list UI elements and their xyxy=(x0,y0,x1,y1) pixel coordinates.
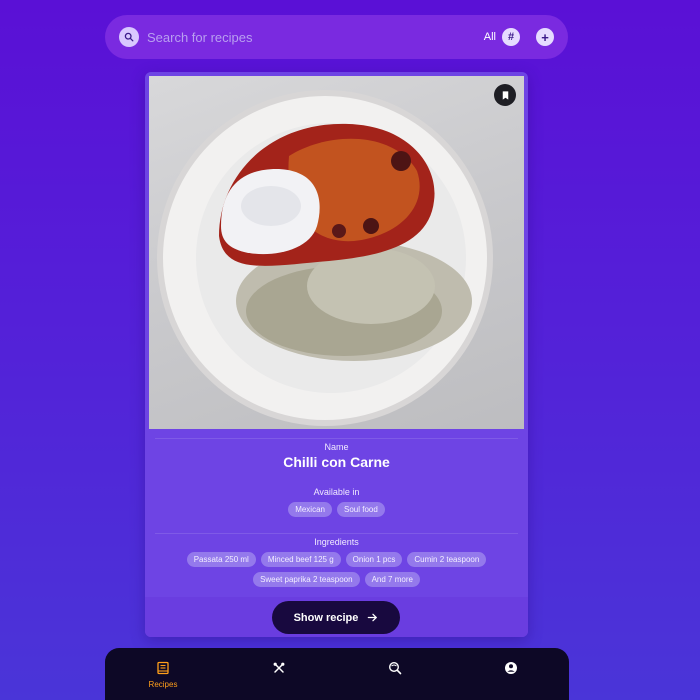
bookmark-icon[interactable] xyxy=(494,84,516,106)
book-icon xyxy=(157,661,169,675)
plus-icon[interactable]: + xyxy=(536,28,554,46)
nav-label-recipes: Recipes xyxy=(148,680,178,689)
search-icon[interactable] xyxy=(119,27,139,47)
ingredient-chip: Passata 250 ml xyxy=(186,552,256,567)
show-recipe-button[interactable]: Show recipe xyxy=(272,601,400,634)
ingredient-chip: Onion 1 pcs xyxy=(345,552,403,567)
ingredient-chips-row-2: Sweet paprika 2 teaspoon And 7 more xyxy=(145,572,528,587)
nav-item-utensils[interactable] xyxy=(249,661,309,675)
recipe-card[interactable]: Name Chilli con Carne Available in Mexic… xyxy=(145,72,528,637)
show-recipe-label: Show recipe xyxy=(293,611,359,624)
cuisine-chips: Mexican Soul food xyxy=(145,502,528,517)
arrow-right-icon xyxy=(368,613,378,622)
ingredient-chip: Sweet paprika 2 teaspoon xyxy=(253,572,360,587)
bottom-nav: Recipes xyxy=(105,648,569,700)
ingredients-label: Ingredients xyxy=(314,537,359,547)
recipe-info: Name Chilli con Carne Available in Mexic… xyxy=(145,429,528,597)
search-input[interactable] xyxy=(147,29,484,45)
divider xyxy=(155,438,518,439)
recipe-photo xyxy=(149,76,524,429)
utensils-icon xyxy=(273,662,285,673)
divider xyxy=(155,533,518,534)
nav-item-recipes[interactable]: Recipes xyxy=(133,661,193,689)
hash-icon[interactable]: # xyxy=(502,28,520,46)
search-globe-icon xyxy=(388,661,402,675)
more-ingredients-chip[interactable]: And 7 more xyxy=(364,572,420,587)
nav-item-profile[interactable] xyxy=(481,661,541,675)
filter-label[interactable]: All xyxy=(484,31,496,43)
cuisine-chip[interactable]: Mexican xyxy=(288,502,332,517)
ingredient-chip: Minced beef 125 g xyxy=(260,552,341,567)
ingredient-chips-row-1: Passata 250 ml Minced beef 125 g Onion 1… xyxy=(145,552,528,567)
cuisine-chip[interactable]: Soul food xyxy=(336,502,385,517)
recipe-title: Chilli con Carne xyxy=(283,454,390,470)
user-icon xyxy=(505,662,517,674)
name-label: Name xyxy=(324,442,349,452)
search-bar: All # + xyxy=(105,15,568,59)
ingredient-chip: Cumin 2 teaspoon xyxy=(407,552,487,567)
available-label: Available in xyxy=(313,487,360,497)
nav-item-explore[interactable] xyxy=(365,661,425,675)
